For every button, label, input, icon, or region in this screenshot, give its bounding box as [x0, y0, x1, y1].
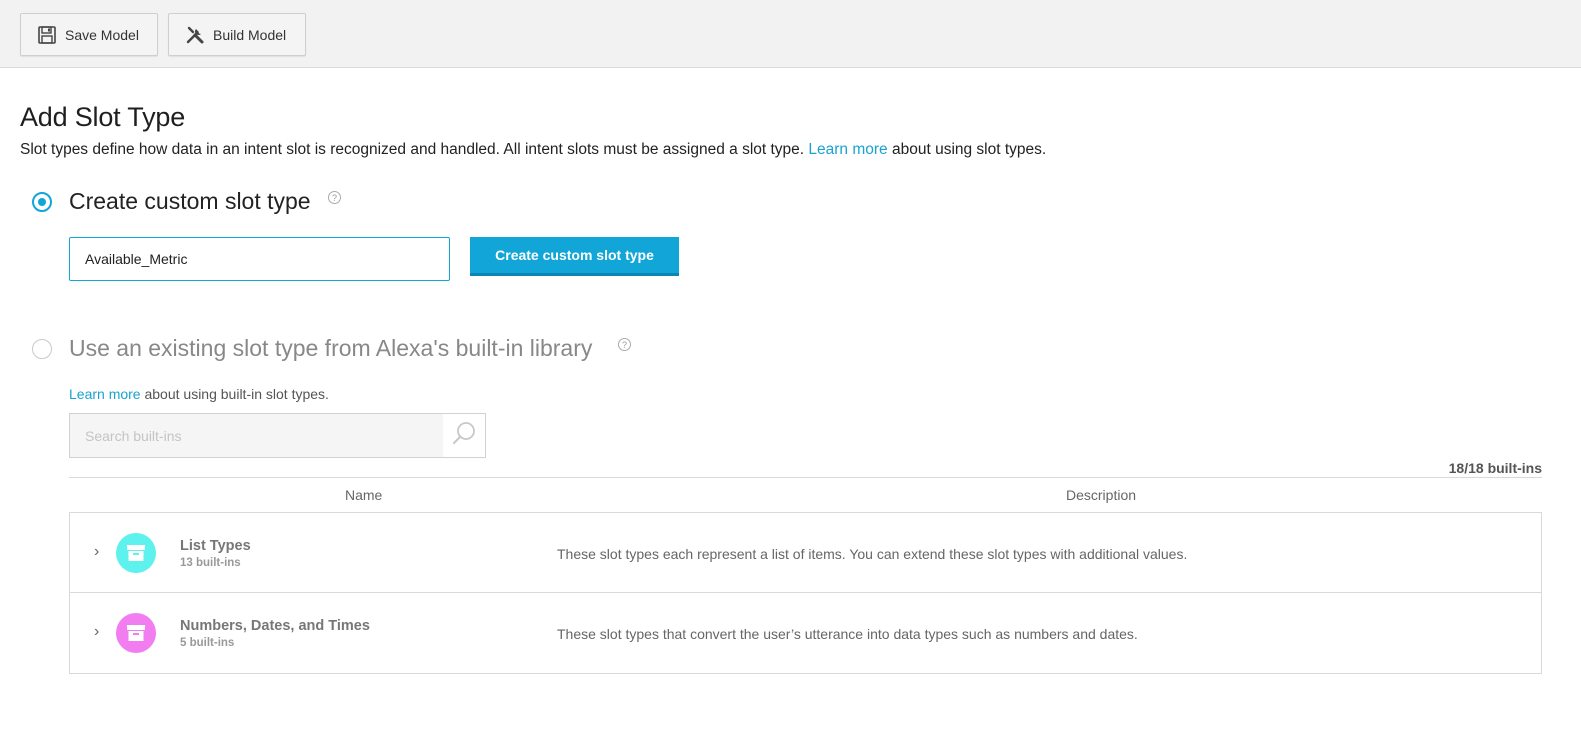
question-mark-icon[interactable]: ?	[618, 338, 631, 351]
create-custom-radio[interactable]	[32, 192, 52, 212]
builtin-learn-more-link[interactable]: Learn more	[69, 386, 141, 402]
page-title: Add Slot Type	[20, 102, 186, 132]
table-divider	[69, 477, 1542, 478]
wrench-screwdriver-icon	[185, 25, 205, 45]
build-model-button[interactable]: Build Model	[168, 13, 306, 56]
use-builtin-label: Use an existing slot type from Alexa's b…	[69, 335, 593, 361]
row-description: These slot types that convert the user’s…	[557, 626, 1138, 642]
question-mark-icon[interactable]: ?	[328, 191, 341, 204]
create-custom-label: Create custom slot type	[69, 188, 311, 214]
learn-more-link[interactable]: Learn more	[808, 141, 887, 158]
chevron-right-icon[interactable]: ›	[94, 624, 104, 640]
builtins-table: › List Types 13 built-ins These slot typ…	[69, 512, 1542, 674]
row-name: List Types	[180, 538, 251, 554]
save-model-button[interactable]: Save Model	[20, 13, 158, 56]
column-header-description: Description	[1066, 487, 1137, 503]
builtins-count: 18/18 built-ins	[1448, 460, 1542, 476]
page-description: Slot types define how data in an intent …	[20, 141, 1046, 159]
page-description-tail: about using slot types.	[887, 141, 1047, 158]
builtin-note: Learn more about using built-in slot typ…	[69, 386, 329, 402]
row-description: These slot types each represent a list o…	[557, 546, 1188, 562]
row-count: 5 built-ins	[180, 637, 235, 649]
create-custom-slot-type-button[interactable]: Create custom slot type	[470, 237, 679, 276]
archive-box-icon	[116, 533, 156, 573]
custom-slot-type-input[interactable]	[69, 237, 450, 281]
floppy-disk-icon	[37, 25, 57, 45]
builtin-search	[69, 413, 486, 458]
page-description-text: Slot types define how data in an intent …	[20, 141, 809, 158]
archive-box-icon	[116, 613, 156, 653]
build-model-label: Build Model	[213, 26, 287, 43]
search-builtins-input[interactable]	[70, 414, 445, 457]
magnifier-icon	[451, 420, 477, 451]
row-name: Numbers, Dates, and Times	[180, 618, 370, 634]
builtin-note-text: about using built-in slot types.	[140, 386, 329, 402]
row-count: 13 built-ins	[180, 557, 241, 569]
table-row[interactable]: › List Types 13 built-ins These slot typ…	[70, 513, 1541, 593]
column-header-name: Name	[345, 487, 383, 503]
search-button[interactable]	[443, 414, 485, 457]
toolbar: Save Model Build Model	[0, 0, 1581, 68]
table-row[interactable]: › Numbers, Dates, and Times 5 built-ins …	[70, 593, 1541, 673]
use-builtin-radio[interactable]	[32, 339, 52, 359]
save-model-label: Save Model	[65, 26, 139, 43]
chevron-right-icon[interactable]: ›	[94, 544, 104, 560]
